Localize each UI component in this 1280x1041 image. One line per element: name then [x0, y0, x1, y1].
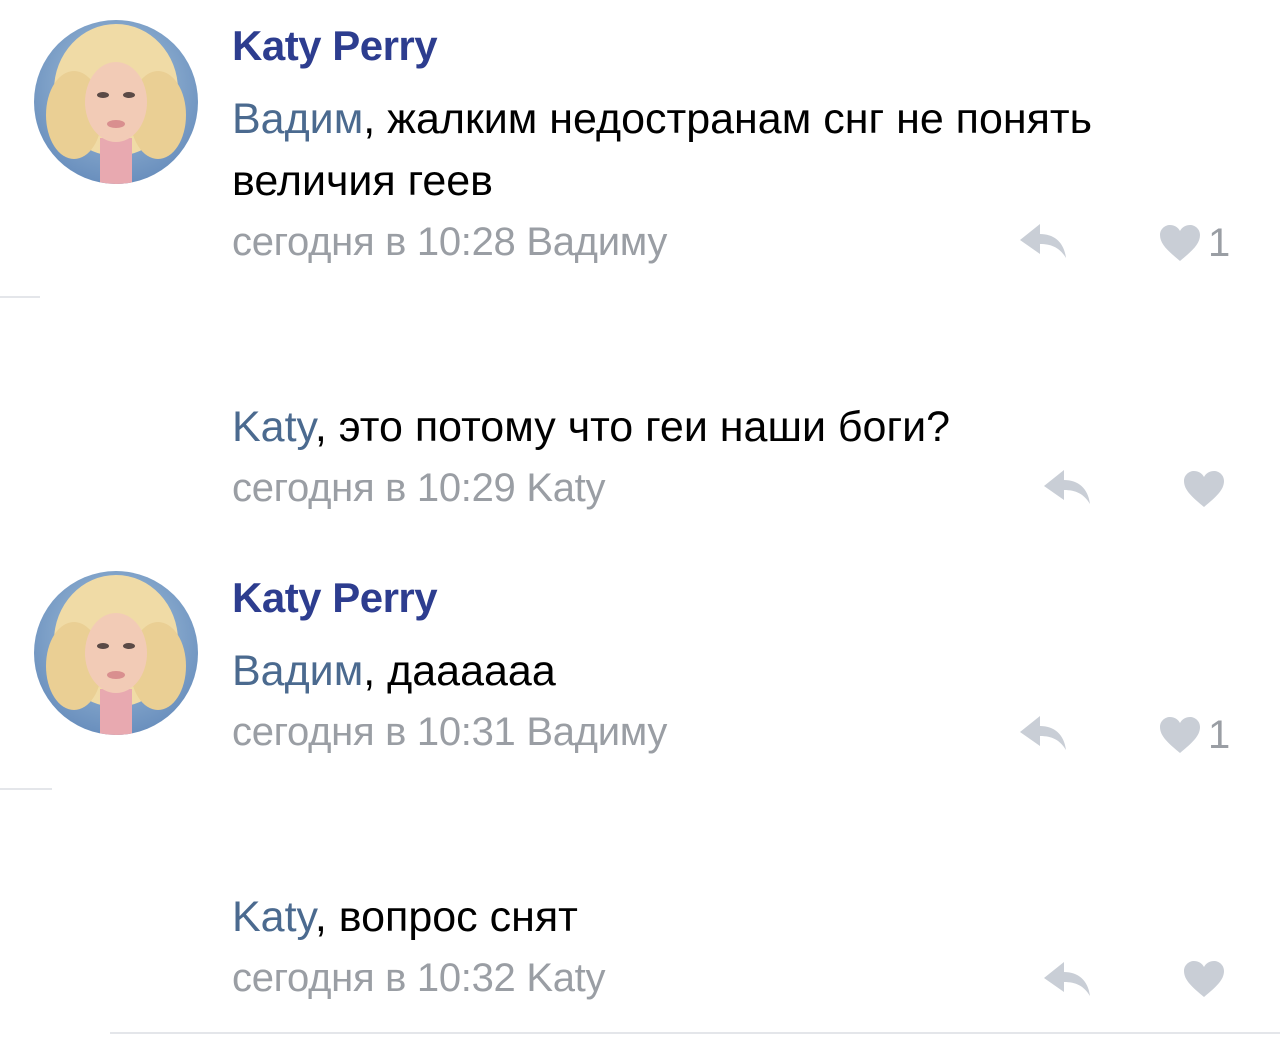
heart-icon	[1160, 225, 1200, 261]
reply-to-link[interactable]: Вадиму	[526, 710, 667, 754]
heart-icon	[1184, 961, 1224, 997]
comment-meta: сегодня в 10:32 Katy	[232, 956, 605, 1001]
comment-body: , это потому что геи наши боги?	[314, 403, 951, 451]
reply-to-link[interactable]: Katy	[526, 956, 605, 1000]
comment-body: , вопрос снят	[314, 893, 578, 941]
divider	[0, 296, 40, 298]
mention-link[interactable]: Вадим	[232, 647, 363, 695]
avatar[interactable]	[34, 571, 198, 735]
comment-time: сегодня в 10:31	[232, 710, 516, 754]
mention-link[interactable]: Katy	[232, 403, 315, 451]
heart-icon	[1160, 717, 1200, 753]
heart-icon	[1184, 471, 1224, 507]
like-button[interactable]: 1	[1158, 713, 1230, 757]
comment-text: Katy, это потому что геи наши боги?	[232, 396, 1162, 458]
comment-text: Katy, вопрос снят	[232, 886, 1162, 948]
comment-body: , дааааaa	[363, 647, 556, 695]
comment-meta: сегодня в 10:29 Katy	[232, 466, 605, 511]
comment-meta: сегодня в 10:31 Вадиму	[232, 710, 667, 755]
comment-time: сегодня в 10:29	[232, 466, 516, 510]
avatar[interactable]	[34, 20, 198, 184]
reply-to-link[interactable]: Katy	[526, 466, 605, 510]
comment-author[interactable]: Katy Perry	[232, 22, 438, 70]
reply-arrow-icon[interactable]	[1018, 222, 1068, 262]
like-count: 1	[1208, 712, 1231, 757]
reply-arrow-icon[interactable]	[1042, 960, 1092, 1000]
reply-arrow-icon[interactable]	[1042, 468, 1092, 508]
like-count: 1	[1208, 220, 1231, 265]
comment-time: сегодня в 10:32	[232, 956, 516, 1000]
mention-link[interactable]: Вадим	[232, 95, 363, 143]
comment-author[interactable]: Katy Perry	[232, 574, 438, 622]
divider	[110, 1032, 1280, 1034]
divider	[0, 788, 52, 790]
reply-arrow-icon[interactable]	[1018, 714, 1068, 754]
comment-text: Вадим, дааааaa	[232, 640, 1162, 702]
comment-time: сегодня в 10:28	[232, 220, 516, 264]
reply-to-link[interactable]: Вадиму	[526, 220, 667, 264]
like-button[interactable]	[1182, 957, 1232, 1001]
like-button[interactable]: 1	[1158, 221, 1230, 265]
comment-text: Вадим, жалким недостранам снг не понять …	[232, 88, 1162, 212]
comment-meta: сегодня в 10:28 Вадиму	[232, 220, 667, 265]
like-button[interactable]	[1182, 467, 1232, 511]
mention-link[interactable]: Katy	[232, 893, 315, 941]
